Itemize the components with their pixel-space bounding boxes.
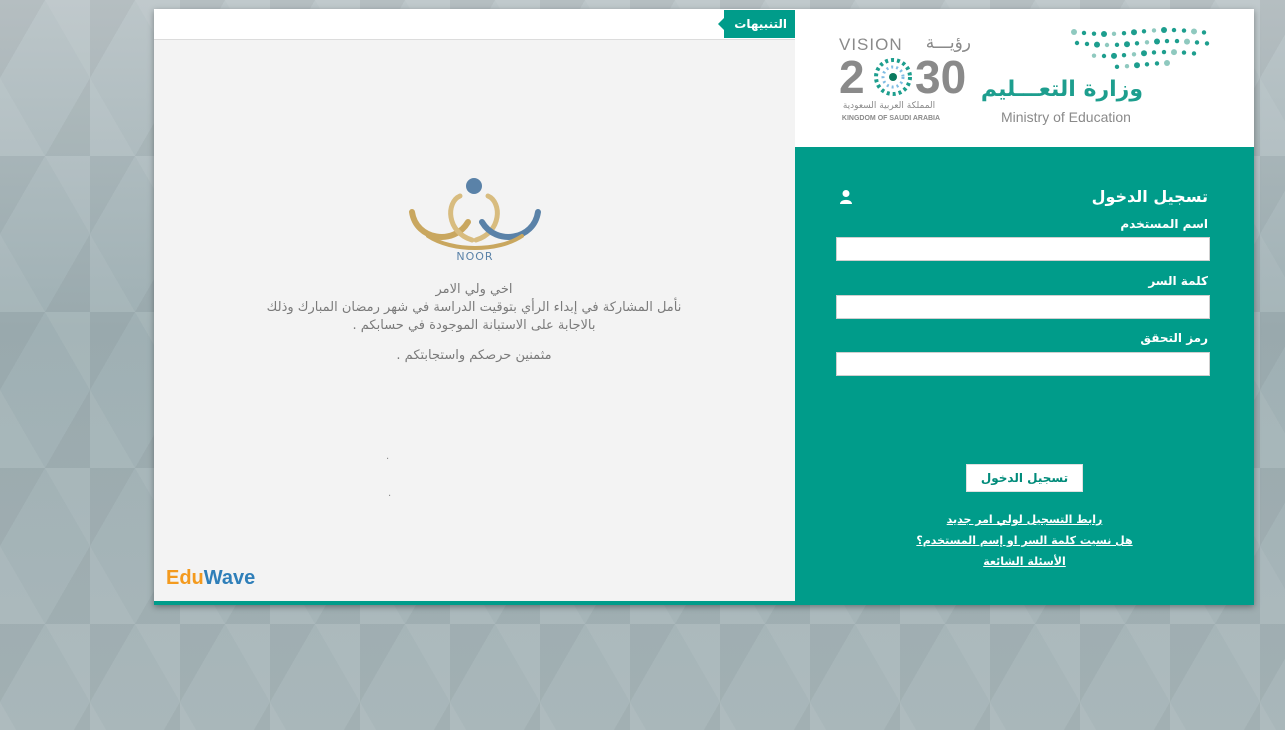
- notices-header: التنبيهات: [154, 9, 795, 40]
- ministry-dot: [1101, 30, 1107, 37]
- noor-emblem-icon: [409, 178, 541, 250]
- vision-kingdom-ar: المملكة العربية السعودية: [842, 101, 936, 111]
- ministry-dot: [1161, 49, 1167, 55]
- ministry-dot: [1081, 30, 1087, 36]
- ministry-dot: [1171, 49, 1177, 56]
- vision-2030-logo: VISION رؤيـــة 2 30 المملكة العربية السع…: [839, 33, 973, 129]
- ministry-dot: [1201, 30, 1207, 35]
- register-link[interactable]: رابط التسجيل لولي امر جديد: [795, 513, 1254, 526]
- ministry-dot: [1154, 38, 1160, 45]
- login-title: تسجيل الدخول: [1091, 187, 1208, 206]
- vision-emblem-icon: [874, 58, 912, 96]
- ministry-dot: [1191, 28, 1197, 35]
- ministry-dot: [1134, 41, 1140, 46]
- notice-greeting: اخي ولي الامر: [435, 282, 513, 297]
- ministry-dot: [1151, 28, 1157, 33]
- login-card: التنبيهات NOOR اخي ولي الامر نأمل المشار…: [154, 9, 1254, 605]
- login-panel: تسجيل الدخول اسم المستخدم كلمة السر رمز …: [795, 147, 1254, 605]
- ministry-dot: [1121, 30, 1127, 36]
- noor-label: NOOR: [456, 250, 494, 263]
- ministry-name-ar: وزارة التعـــليم: [980, 77, 1143, 102]
- ministry-dot: [1184, 38, 1190, 45]
- ministry-dot: [1084, 41, 1090, 47]
- ministry-dot: [1114, 64, 1120, 70]
- captcha-label: رمز التحقق: [1140, 331, 1208, 345]
- ministry-dot: [1144, 40, 1150, 45]
- ministry-dot: [1111, 31, 1117, 37]
- ministry-dot: [1091, 53, 1097, 58]
- password-label: كلمة السر: [1148, 274, 1208, 288]
- ministry-dot: [1094, 41, 1100, 48]
- notice-line-2: بالاجابة على الاستبانة الموجودة في حسابك…: [352, 318, 596, 333]
- ministry-dot: [1131, 29, 1137, 36]
- eduwave-part-2: Wave: [203, 567, 256, 589]
- vision-year-right: 30: [915, 51, 967, 103]
- ministry-dot: [1144, 62, 1150, 67]
- ministry-dot: [1141, 29, 1147, 34]
- ministry-dots-icon: [1071, 27, 1210, 70]
- notice-line-1: نأمل المشاركة في إبداء الرأي بتوقيت الدر…: [266, 300, 682, 315]
- notice-thanks: مثمنين حرصكم واستجابتكم .: [396, 348, 552, 363]
- ministry-dot: [1141, 50, 1147, 57]
- logos-header: VISION رؤيـــة 2 30 المملكة العربية السع…: [795, 9, 1254, 147]
- ministry-logo: وزارة التعـــليم Ministry of Education: [981, 27, 1213, 131]
- notice-dot: .: [388, 488, 392, 499]
- eduwave-part-1: Edu: [166, 567, 204, 589]
- ministry-dot: [1131, 52, 1137, 57]
- ministry-dot: [1071, 29, 1077, 35]
- ministry-dot: [1174, 38, 1180, 44]
- ministry-dot: [1164, 38, 1170, 44]
- vision-year-left: 2: [839, 51, 865, 103]
- login-button[interactable]: تسجيل الدخول: [966, 464, 1083, 492]
- ministry-name-en: Ministry of Education: [1001, 109, 1131, 125]
- ministry-dot: [1121, 52, 1127, 58]
- username-label: اسم المستخدم: [1120, 217, 1208, 231]
- ministry-dot: [1161, 27, 1167, 34]
- notice-message: اخي ولي الامر نأمل المشاركة في إبداء الر…: [214, 281, 734, 365]
- ministry-dot: [1204, 41, 1210, 46]
- vision-arabic: رؤيـــة: [925, 33, 971, 53]
- vision-kingdom-en: KINGDOM OF SAUDI ARABIA: [841, 115, 941, 122]
- ministry-dot: [1181, 28, 1187, 33]
- ministry-dot: [1191, 51, 1197, 56]
- password-input[interactable]: [836, 295, 1210, 319]
- notices-panel: التنبيهات NOOR اخي ولي الامر نأمل المشار…: [154, 9, 795, 605]
- ministry-dot: [1124, 41, 1130, 48]
- ministry-dot: [1181, 50, 1187, 55]
- ministry-dot: [1074, 40, 1080, 46]
- noor-logo: NOOR: [402, 174, 548, 264]
- forgot-credentials-link[interactable]: هل نسيت كلمة السر او إسم المستخدم؟: [795, 534, 1254, 547]
- ministry-dot: [1164, 60, 1170, 67]
- ministry-dot: [1101, 53, 1107, 59]
- ministry-dot: [1194, 40, 1200, 45]
- ministry-dot: [1104, 42, 1110, 48]
- ministry-dot: [1114, 42, 1120, 48]
- captcha-input[interactable]: [836, 352, 1210, 376]
- ministry-dot: [1151, 50, 1157, 55]
- notice-dot: .: [386, 451, 390, 462]
- ministry-dot: [1111, 52, 1117, 59]
- ministry-dot: [1134, 62, 1140, 69]
- ministry-dot: [1124, 63, 1130, 69]
- user-icon: [840, 190, 852, 204]
- notices-tab[interactable]: التنبيهات: [718, 10, 795, 38]
- eduwave-logo: EduWave: [166, 567, 255, 590]
- ministry-dot: [1091, 31, 1097, 36]
- username-input[interactable]: [836, 237, 1210, 261]
- faq-link[interactable]: الأسئلة الشائعة: [795, 555, 1254, 568]
- ministry-dot: [1171, 27, 1177, 33]
- ministry-dot: [1154, 61, 1160, 66]
